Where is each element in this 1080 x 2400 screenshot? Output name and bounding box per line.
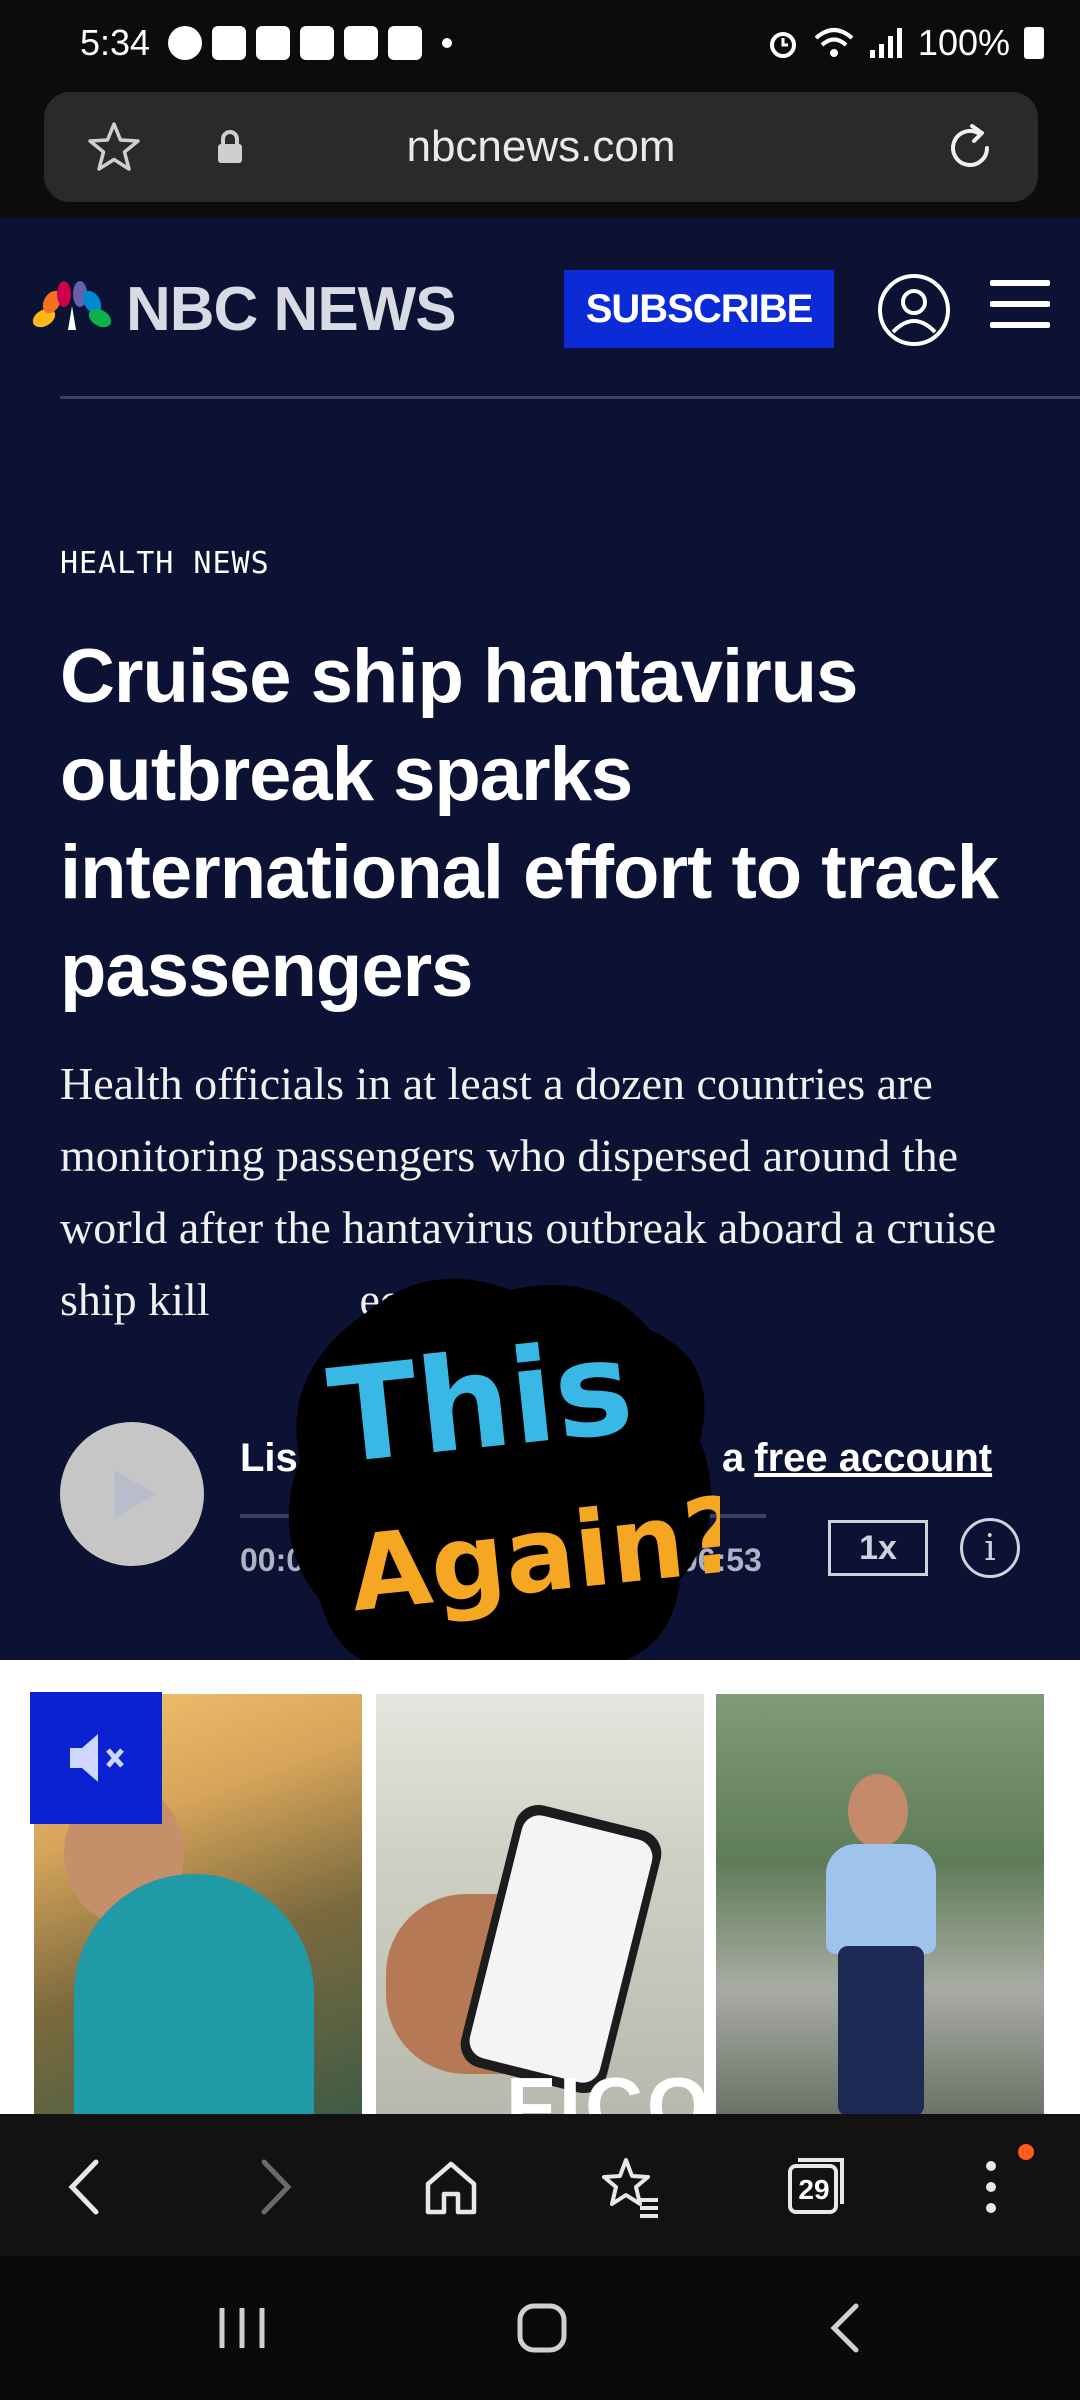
section-kicker[interactable]: HEALTH NEWS bbox=[60, 546, 270, 581]
home-button-icon[interactable] bbox=[510, 2296, 574, 2360]
advertisement[interactable]: FICO bbox=[0, 1660, 1080, 2114]
subscribe-button[interactable]: SUBSCRIBE bbox=[564, 270, 834, 348]
tab-count: 29 bbox=[798, 2174, 830, 2205]
free-account-text[interactable]: free account bbox=[754, 1436, 992, 1480]
sigma-icon bbox=[344, 26, 378, 60]
mute-button[interactable] bbox=[30, 1692, 162, 1824]
header-divider bbox=[60, 396, 1080, 399]
home-icon[interactable] bbox=[416, 2152, 486, 2222]
free-account-link[interactable]: a free account bbox=[722, 1436, 992, 1481]
brand-wordmark[interactable]: NBC NEWS bbox=[126, 274, 457, 345]
account-icon[interactable] bbox=[876, 272, 952, 348]
browser-toolbar: nbcnews.com bbox=[0, 88, 1080, 218]
system-navigation-bar bbox=[0, 2256, 1080, 2400]
hamburger-menu-icon[interactable] bbox=[990, 280, 1050, 330]
coffee-app-icon-2 bbox=[256, 26, 290, 60]
coffee-app-icon bbox=[212, 26, 246, 60]
info-icon[interactable]: i bbox=[960, 1518, 1020, 1578]
tabs-button[interactable]: 29 bbox=[780, 2152, 850, 2222]
wifi-icon bbox=[814, 28, 854, 57]
this-again-sticker: This Again? bbox=[288, 1278, 720, 1690]
free-account-prefix: a bbox=[722, 1436, 745, 1480]
audio-play-button[interactable] bbox=[60, 1422, 204, 1566]
url-text[interactable]: nbcnews.com bbox=[44, 122, 1038, 172]
system-status: 100% bbox=[766, 22, 1044, 64]
play-icon bbox=[114, 1470, 156, 1518]
signal-icon bbox=[869, 28, 902, 58]
alarm-icon bbox=[769, 32, 796, 58]
ad-image-phone[interactable]: FICO bbox=[376, 1694, 704, 2114]
sticker-line1: This bbox=[322, 1311, 639, 1494]
muted-speaker-icon bbox=[70, 1734, 124, 1782]
notification-icons bbox=[168, 26, 452, 60]
ad-image-runner[interactable] bbox=[716, 1694, 1044, 2114]
forward-arrow-icon[interactable] bbox=[238, 2152, 308, 2222]
phone-illustration bbox=[455, 1799, 667, 2099]
status-bar: 5:34 100% bbox=[0, 0, 1080, 88]
bookmarks-icon[interactable] bbox=[596, 2152, 666, 2222]
update-notification-dot bbox=[1018, 2144, 1034, 2160]
back-arrow-icon[interactable] bbox=[52, 2152, 122, 2222]
more-options-icon[interactable] bbox=[956, 2152, 1026, 2222]
recent-apps-icon[interactable] bbox=[210, 2298, 274, 2358]
playback-speed-button[interactable]: 1x bbox=[828, 1520, 928, 1576]
coffee-app-icon-3 bbox=[300, 26, 334, 60]
site-header: NBC NEWS SUBSCRIBE bbox=[0, 218, 1080, 399]
battery-icon bbox=[1024, 27, 1044, 59]
article-headline: Cruise ship hantavirus outbreak sparks i… bbox=[60, 634, 999, 1013]
system-back-icon[interactable] bbox=[816, 2298, 876, 2358]
messenger-icon bbox=[168, 26, 202, 60]
battery-percent: 100% bbox=[917, 22, 1010, 63]
status-time: 5:34 bbox=[80, 22, 151, 63]
ad-brand-text: FICO bbox=[506, 2061, 704, 2114]
voicemail-icon bbox=[388, 26, 422, 60]
nbc-peacock-logo[interactable] bbox=[30, 280, 114, 334]
address-bar[interactable]: nbcnews.com bbox=[44, 92, 1038, 202]
more-notifications-dot bbox=[442, 38, 452, 48]
reload-icon[interactable] bbox=[940, 118, 1000, 178]
browser-bottom-bar: 29 bbox=[0, 2114, 1080, 2256]
